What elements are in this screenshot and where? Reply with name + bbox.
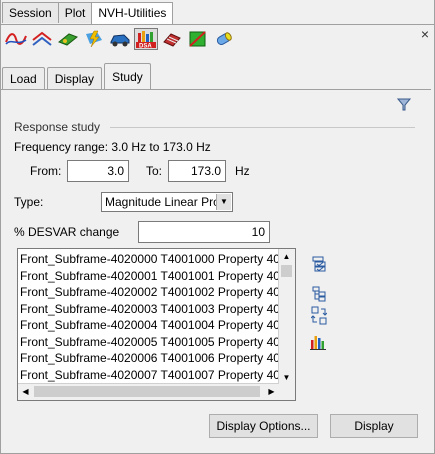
scroll-up-icon[interactable]: ▲ [279,249,294,264]
select-all-icon[interactable] [311,256,327,275]
scroll-down-icon[interactable]: ▼ [279,370,294,385]
top-tab-bar: Session Plot NVH-Utilities [2,2,174,25]
scroll-left-icon[interactable]: ◀ [18,384,33,399]
scroll-right-icon[interactable]: ▶ [264,384,279,399]
sub-tab-divider [0,89,431,90]
to-input[interactable] [168,160,226,182]
svg-text:DSA: DSA [139,44,152,50]
chevron-down-icon[interactable]: ▼ [216,194,231,210]
filter-icon[interactable] [396,97,412,114]
display-button[interactable]: Display [330,414,418,438]
section-divider [110,127,415,128]
list-rows: Front_Subframe-4020000 T4001000 Property… [20,251,279,383]
vertical-scroll-thumb[interactable] [281,265,292,277]
tab-study[interactable]: Study [104,63,151,90]
panel-stack-icon[interactable] [160,28,184,50]
list-item[interactable]: Front_Subframe-4020007 T4001007 Property… [20,367,279,384]
from-input[interactable] [67,160,129,182]
vertical-scrollbar[interactable]: ▲ ▼ [278,249,295,385]
type-label: Type: [14,195,44,209]
list-item[interactable]: Front_Subframe-4020001 T4001001 Property… [20,268,279,285]
curve-icon[interactable] [4,28,28,50]
cylinder-icon[interactable] [212,28,236,50]
tab-divider [0,24,435,25]
list-item[interactable]: Front_Subframe-4020000 T4001000 Property… [20,251,279,268]
tab-nvh-utilities[interactable]: NVH-Utilities [91,2,174,25]
section-title: Response study [14,120,101,134]
tab-plot[interactable]: Plot [57,2,93,23]
list-item[interactable]: Front_Subframe-4020004 T4001004 Property… [20,317,279,334]
double-wave-icon[interactable] [30,28,54,50]
dsa-chart-icon[interactable]: DSA [134,28,158,50]
sub-tab-bar: Load Display Study [2,63,153,90]
response-listbox[interactable]: Front_Subframe-4020000 T4001000 Property… [17,248,296,401]
list-item[interactable]: Front_Subframe-4020006 T4001006 Property… [20,350,279,367]
type-select-value: Magnitude Linear Pro [105,195,220,209]
car-icon[interactable] [108,28,132,50]
bar-chart-icon[interactable] [309,334,327,353]
desvar-label: % DESVAR change [14,225,120,239]
list-item[interactable]: Front_Subframe-4020005 T4001005 Property… [20,334,279,351]
list-item[interactable]: Front_Subframe-4020002 T4001002 Property… [20,284,279,301]
frequency-range-text: Frequency range: 3.0 Hz to 173.0 Hz [14,140,211,154]
tab-load[interactable]: Load [2,67,45,90]
to-label: To: [146,164,163,178]
display-options-button[interactable]: Display Options... [209,414,318,438]
desvar-input[interactable] [138,221,270,243]
type-select[interactable]: Magnitude Linear Pro ▼ [101,192,233,212]
tab-session[interactable]: Session [2,2,59,23]
green-panel-icon[interactable] [56,28,80,50]
swap-selection-icon[interactable] [310,306,328,329]
tree-icon[interactable] [311,286,327,305]
horizontal-scrollbar[interactable]: ◀ ▶ [18,383,279,400]
scroll-corner [279,384,295,400]
close-icon[interactable]: × [421,26,429,42]
unit-label: Hz [235,164,250,178]
green-red-square-icon[interactable] [186,28,210,50]
nvh-toolbar: DSA [4,28,236,52]
tab-display[interactable]: Display [46,67,103,90]
list-item[interactable]: Front_Subframe-4020003 T4001003 Property… [20,301,279,318]
horizontal-scroll-thumb[interactable] [34,386,260,397]
lightning-icon[interactable] [82,28,106,50]
from-label: From: [30,164,62,178]
